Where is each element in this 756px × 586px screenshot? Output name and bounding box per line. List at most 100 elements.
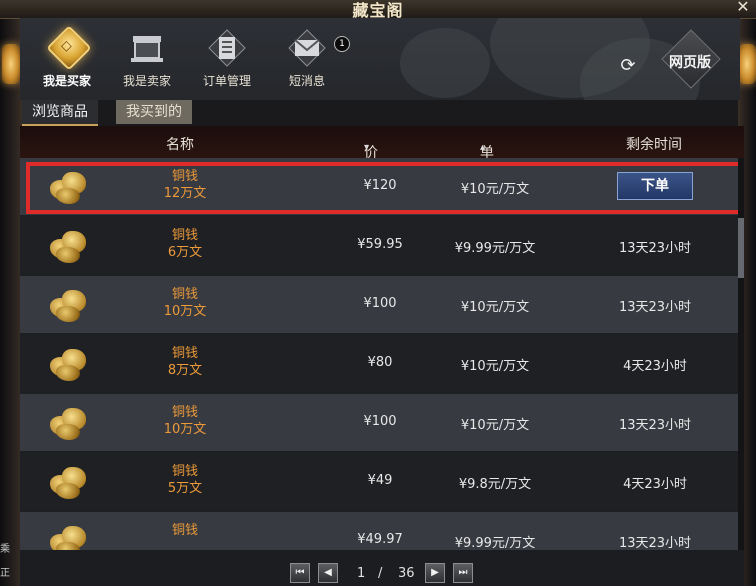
buyer-icon: ◇	[46, 25, 92, 71]
title-bar: 藏宝阁 ✕	[0, 0, 756, 20]
item-price: ¥49.97	[357, 532, 403, 547]
current-page: 1	[357, 566, 366, 581]
left-frame	[0, 0, 22, 586]
total-pages: 36	[398, 566, 415, 581]
item-unit-price: ¥10元/万文	[460, 300, 530, 315]
list-scrollbar[interactable]	[738, 158, 744, 550]
nav-item-seller[interactable]: 我是卖家	[112, 24, 182, 96]
item-unit-price: ¥10元/万文	[460, 182, 530, 197]
refresh-button[interactable]: ⟳	[618, 56, 638, 76]
item-price: ¥120	[363, 178, 397, 193]
table-row[interactable]: 铜钱 ¥49.97 ¥9.99元/万文 13天23小时	[20, 512, 738, 550]
item-price: ¥80	[367, 355, 393, 370]
header-remaining-time: 剩余时间	[626, 137, 682, 153]
side-text-2: 正	[0, 568, 10, 579]
item-remaining-time: 4天23小时	[623, 477, 687, 492]
item-unit-price: ¥10元/万文	[460, 359, 530, 374]
table-row[interactable]: 铜钱 6万文 ¥59.95 ¥9.99元/万文 13天23小时	[20, 217, 738, 274]
nav-header: ◇ 我是买家 我是卖家 订单管理 短消息 1 ⟳ 网页版	[20, 18, 740, 100]
goods-rows: 铜钱 12万文 ¥120 ¥10元/万文 下单 铜钱 6万文 ¥59.95 ¥9.99元/万文 1…	[20, 158, 738, 550]
item-unit-price: ¥10元/万文	[460, 418, 530, 433]
copper-coin-icon	[48, 522, 88, 550]
page-separator: /	[378, 566, 383, 581]
item-title: 铜钱	[171, 523, 198, 538]
close-button[interactable]: ✕	[734, 0, 752, 16]
web-version-label: 网页版	[669, 55, 711, 71]
nav-label-seller: 我是卖家	[122, 74, 171, 88]
tab-my-purchases[interactable]: 我买到的	[116, 100, 192, 124]
web-version-button[interactable]: 网页版	[660, 29, 721, 92]
copper-coin-icon	[48, 404, 88, 442]
item-amount: 12万文	[163, 186, 207, 201]
item-title: 铜钱	[171, 346, 198, 361]
order-book-icon	[207, 28, 247, 68]
item-name: 铜钱	[130, 522, 240, 539]
item-name: 铜钱 10万文	[130, 404, 240, 438]
item-name: 铜钱 8万文	[130, 345, 240, 379]
column-header-row: 名称 价钱 ▾ 单价 ▴ 剩余时间	[20, 126, 744, 181]
first-page-button[interactable]: ⏮	[290, 563, 310, 583]
item-remaining-time: 4天23小时	[623, 359, 687, 374]
table-row[interactable]: 铜钱 10万文 ¥100 ¥10元/万文 13天23小时	[20, 394, 738, 451]
table-row[interactable]: 铜钱 8万文 ¥80 ¥10元/万文 4天23小时	[20, 335, 738, 392]
lantern-left-icon	[2, 44, 20, 84]
item-title: 铜钱	[171, 287, 198, 302]
sort-down-icon: ▾	[364, 142, 370, 153]
background-leaf	[400, 28, 490, 98]
nav-item-messages[interactable]: 短消息	[272, 24, 342, 96]
item-amount: 10万文	[163, 304, 207, 319]
item-title: 铜钱	[171, 169, 198, 184]
copper-coin-icon	[48, 463, 88, 501]
goods-list-panel: 名称 价钱 ▾ 单价 ▴ 剩余时间 铜钱12万文¥120¥10元/万文下单铜钱6…	[20, 126, 744, 550]
nav-item-orders[interactable]: 订单管理	[192, 24, 262, 96]
side-text-1: 乘	[0, 544, 10, 555]
item-name: 铜钱 10万文	[130, 286, 240, 320]
tab-browse-goods[interactable]: 浏览商品	[22, 100, 98, 126]
item-remaining-time: 13天23小时	[618, 418, 692, 433]
item-remaining-time: 13天23小时	[618, 241, 692, 256]
item-amount: 5万文	[167, 481, 203, 496]
nav-label-orders: 订单管理	[202, 74, 251, 88]
item-name: 铜钱 12万文	[130, 168, 240, 202]
item-amount: 10万文	[163, 422, 207, 437]
message-count-badge: 1	[334, 36, 350, 52]
copper-coin-icon	[48, 168, 88, 206]
item-amount: 8万文	[167, 363, 203, 378]
item-remaining-time: 13天23小时	[618, 536, 692, 550]
item-remaining-time: 13天23小时	[618, 300, 692, 315]
item-price: ¥100	[363, 414, 397, 429]
copper-coin-icon	[48, 345, 88, 383]
header-name: 名称	[166, 137, 194, 153]
item-price: ¥100	[363, 296, 397, 311]
nav-item-buyer[interactable]: ◇ 我是买家	[32, 24, 102, 96]
envelope-icon	[287, 28, 327, 68]
prev-page-button[interactable]: ◀	[318, 563, 338, 583]
refresh-icon: ⟳	[620, 55, 636, 76]
item-title: 铜钱	[171, 405, 198, 420]
table-row[interactable]: 铜钱 5万文 ¥49 ¥9.8元/万文 4天23小时	[20, 453, 738, 510]
item-title: 铜钱	[171, 464, 198, 479]
last-page-button[interactable]: ⏭	[453, 563, 473, 583]
next-page-button[interactable]: ▶	[425, 563, 445, 583]
table-row[interactable]: 铜钱 12万文 ¥120 ¥10元/万文 下单	[20, 158, 738, 215]
item-price: ¥49	[367, 473, 393, 488]
item-name: 铜钱 6万文	[130, 227, 240, 261]
item-name: 铜钱 5万文	[130, 463, 240, 497]
item-unit-price: ¥9.99元/万文	[454, 536, 536, 550]
scroll-thumb[interactable]	[738, 218, 744, 278]
pagination: ⏮ ◀ 1 / 36 ▶ ⏭	[20, 550, 744, 586]
shop-icon	[127, 28, 167, 68]
item-title: 铜钱	[171, 228, 198, 243]
item-price: ¥59.95	[357, 237, 403, 252]
lantern-right-icon	[738, 44, 756, 84]
copper-coin-icon	[48, 286, 88, 324]
nav-label-buyer: 我是买家	[42, 74, 91, 88]
nav-label-messages: 短消息	[288, 74, 325, 88]
table-row[interactable]: 铜钱 10万文 ¥100 ¥10元/万文 13天23小时	[20, 276, 738, 333]
copper-coin-icon	[48, 227, 88, 265]
place-order-button[interactable]: 下单	[617, 172, 693, 200]
item-unit-price: ¥9.99元/万文	[454, 241, 536, 256]
item-amount: 6万文	[167, 245, 203, 260]
item-unit-price: ¥9.8元/万文	[458, 477, 532, 492]
sort-up-icon: ▴	[480, 142, 486, 153]
